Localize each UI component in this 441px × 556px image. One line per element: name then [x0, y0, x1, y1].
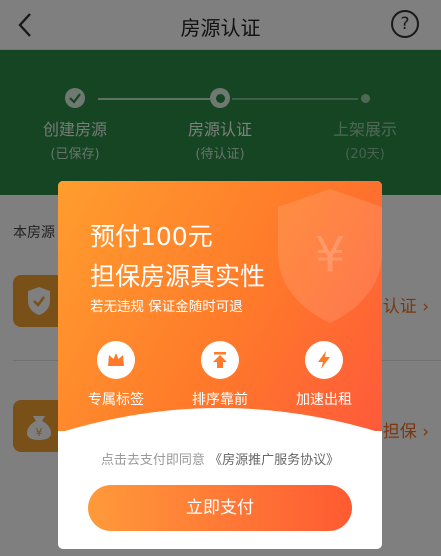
deposit-modal: ¥ 预付100元 担保房源真实性 若无违规 保证金随时可退 专属标签 排序靠前 …: [58, 181, 382, 549]
shield-yen-icon: ¥: [278, 189, 382, 323]
banner-curve: [58, 408, 382, 433]
agreement-text: 点击去支付即同意 《房源推广服务协议》: [100, 453, 340, 468]
modal-subline: 若无违规 保证金随时可退: [90, 299, 243, 315]
lightning-icon: [305, 341, 343, 379]
agreement-link[interactable]: 《房源推广服务协议》: [209, 453, 339, 468]
modal-headline-secondary: 担保房源真实性: [90, 262, 266, 291]
crown-icon: [97, 341, 135, 379]
modal-headline: 预付100元: [90, 222, 213, 251]
up-arrow-icon: [201, 341, 239, 379]
svg-text:¥: ¥: [315, 227, 346, 283]
pay-now-button[interactable]: 立即支付: [88, 485, 352, 531]
